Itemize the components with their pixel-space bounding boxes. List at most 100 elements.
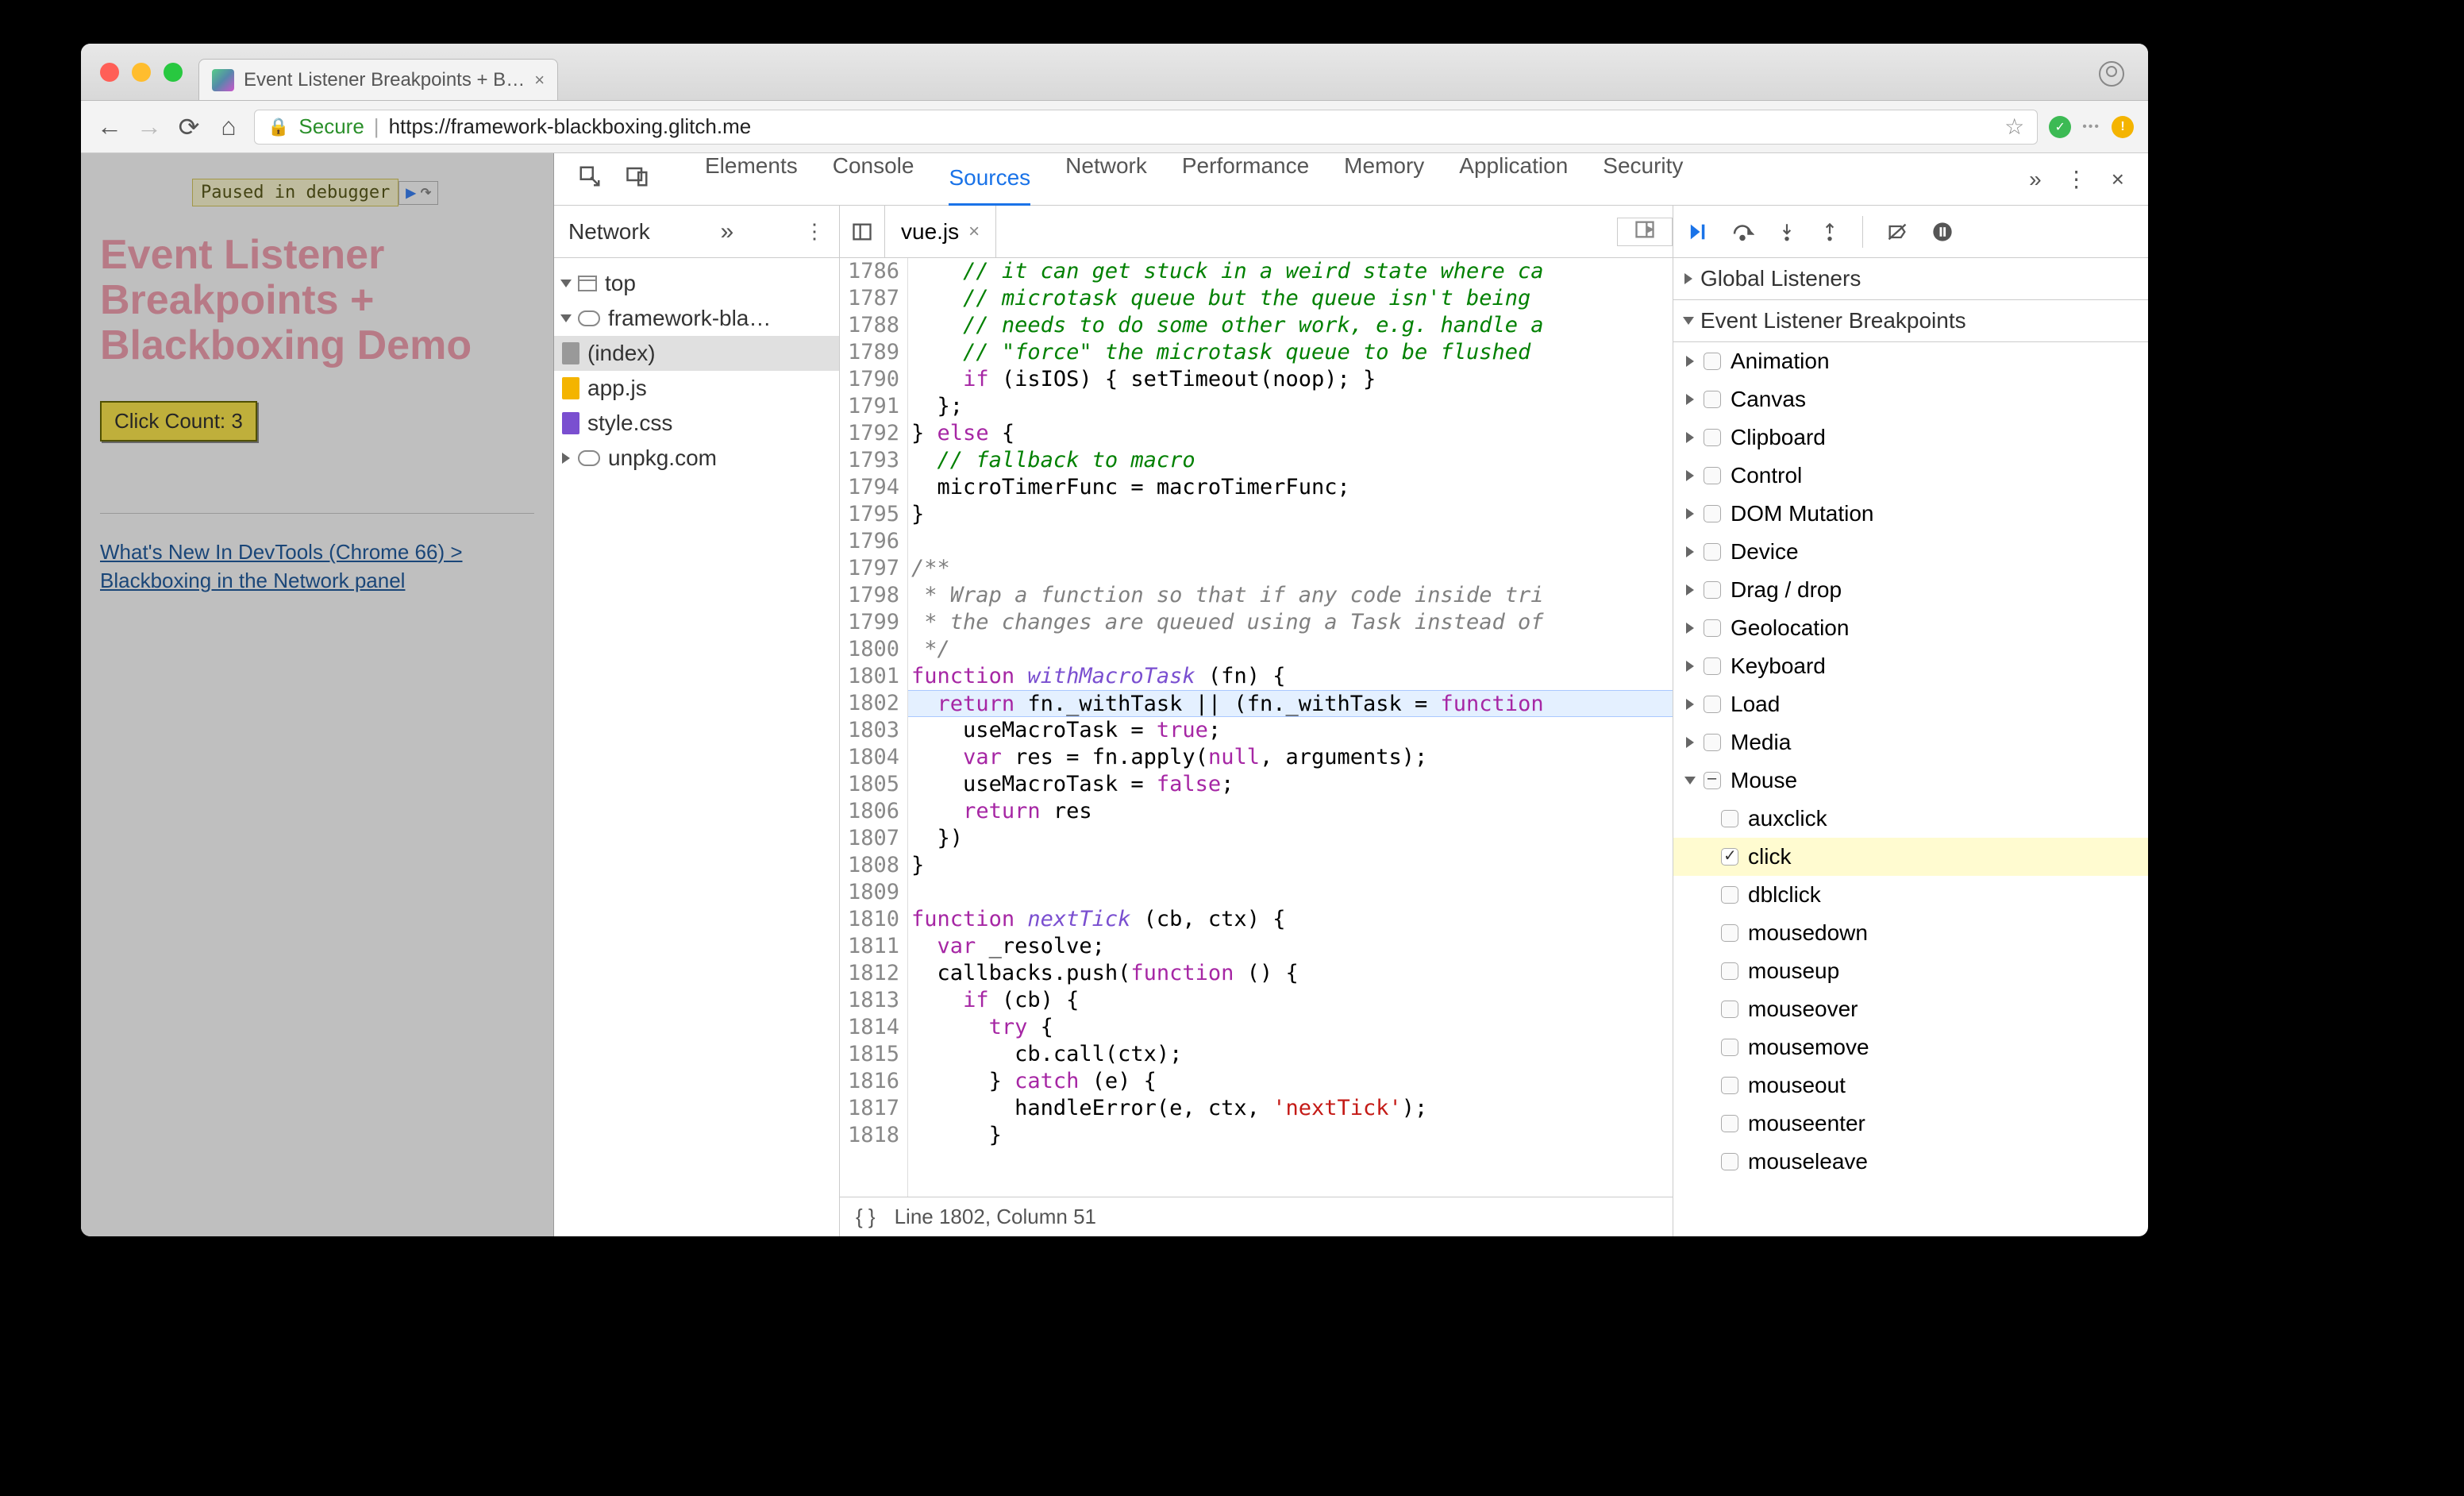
breakpoint-cat-drag-drop[interactable]: Drag / drop <box>1673 571 2148 609</box>
devtools-tab-application[interactable]: Application <box>1459 153 1568 206</box>
code-line[interactable]: useMacroTask = false; <box>908 771 1673 798</box>
close-devtools-icon[interactable]: × <box>2112 167 2124 192</box>
code-line[interactable]: cb.call(ctx); <box>908 1041 1673 1068</box>
code-line[interactable]: return fn._withTask || (fn._withTask = f… <box>908 690 1673 717</box>
extension-icon-1[interactable]: ✓ <box>2049 116 2071 138</box>
breakpoint-cat-canvas[interactable]: Canvas <box>1673 380 2148 418</box>
breakpoint-cat-keyboard[interactable]: Keyboard <box>1673 647 2148 685</box>
devtools-tab-security[interactable]: Security <box>1603 153 1683 206</box>
code-line[interactable]: function nextTick (cb, ctx) { <box>908 906 1673 933</box>
breakpoint-cat-animation[interactable]: Animation <box>1673 342 2148 380</box>
nav-more-icon[interactable]: » <box>721 218 734 245</box>
format-icon[interactable]: { } <box>856 1205 876 1229</box>
code-line[interactable]: */ <box>908 636 1673 663</box>
code-line[interactable]: * the changes are queued using a Task in… <box>908 609 1673 636</box>
code-line[interactable]: function withMacroTask (fn) { <box>908 663 1673 690</box>
code-line[interactable]: } catch (e) { <box>908 1068 1673 1095</box>
step-over-button[interactable] <box>1731 220 1754 244</box>
code-line[interactable]: }) <box>908 825 1673 852</box>
tree-file-index[interactable]: (index) <box>554 336 839 371</box>
devtools-tab-memory[interactable]: Memory <box>1344 153 1424 206</box>
breakpoint-cat-clipboard[interactable]: Clipboard <box>1673 418 2148 457</box>
code-line[interactable]: callbacks.push(function () { <box>908 960 1673 987</box>
breakpoint-cat-load[interactable]: Load <box>1673 685 2148 723</box>
maximize-window-button[interactable] <box>164 63 183 82</box>
pause-on-exceptions-button[interactable] <box>1931 221 1954 243</box>
nav-menu-icon[interactable]: ⋮ <box>804 219 825 244</box>
breakpoint-sub-mouseenter[interactable]: mouseenter <box>1673 1105 2148 1143</box>
home-button[interactable]: ⌂ <box>214 113 243 141</box>
code-line[interactable]: microTimerFunc = macroTimerFunc; <box>908 474 1673 501</box>
breakpoint-cat-dom-mutation[interactable]: DOM Mutation <box>1673 495 2148 533</box>
minimize-window-button[interactable] <box>132 63 151 82</box>
breakpoint-sub-mouseover[interactable]: mouseover <box>1673 990 2148 1028</box>
toggle-debugger-pane-icon[interactable] <box>1617 218 1673 246</box>
code-line[interactable]: /** <box>908 555 1673 582</box>
resume-button[interactable] <box>1686 221 1708 243</box>
breakpoint-sub-mousedown[interactable]: mousedown <box>1673 914 2148 952</box>
code-line[interactable]: // it can get stuck in a weird state whe… <box>908 258 1673 285</box>
profile-icon[interactable] <box>2099 61 2124 87</box>
code-line[interactable] <box>908 879 1673 906</box>
back-button[interactable]: ← <box>95 113 124 141</box>
breakpoint-cat-geolocation[interactable]: Geolocation <box>1673 609 2148 647</box>
code-line[interactable]: // needs to do some other work, e.g. han… <box>908 312 1673 339</box>
forward-button[interactable]: → <box>135 113 164 141</box>
browser-tab[interactable]: Event Listener Breakpoints + B… × <box>198 59 558 100</box>
deactivate-breakpoints-button[interactable] <box>1885 221 1909 243</box>
code-lines[interactable]: // it can get stuck in a weird state whe… <box>908 258 1673 1197</box>
resume-icon[interactable]: ▶ <box>406 185 415 201</box>
breakpoint-cat-mouse[interactable]: Mouse <box>1673 761 2148 800</box>
code-line[interactable]: // fallback to macro <box>908 447 1673 474</box>
step-over-icon[interactable]: ↷ <box>421 185 431 201</box>
code-line[interactable]: }; <box>908 393 1673 420</box>
event-listener-breakpoints-section[interactable]: Event Listener Breakpoints <box>1673 300 2148 342</box>
code-line[interactable]: // "force" the microtask queue to be flu… <box>908 339 1673 366</box>
code-line[interactable] <box>908 528 1673 555</box>
toggle-navigator-icon[interactable] <box>840 206 885 257</box>
device-toggle-icon[interactable] <box>626 164 649 194</box>
breakpoint-sub-mouseleave[interactable]: mouseleave <box>1673 1143 2148 1181</box>
click-count-button[interactable]: Click Count: 3 <box>100 401 257 441</box>
code-line[interactable]: } <box>908 501 1673 528</box>
bookmark-star-icon[interactable]: ☆ <box>2004 114 2024 140</box>
code-line[interactable]: // microtask queue but the queue isn't b… <box>908 285 1673 312</box>
devtools-tab-network[interactable]: Network <box>1065 153 1147 206</box>
footer-link[interactable]: What's New In DevTools (Chrome 66) > Bla… <box>100 538 534 596</box>
code-line[interactable]: } <box>908 1122 1673 1149</box>
tree-file-appjs[interactable]: app.js <box>554 371 839 406</box>
code-line[interactable]: } <box>908 852 1673 879</box>
code-line[interactable]: return res <box>908 798 1673 825</box>
code-line[interactable]: useMacroTask = true; <box>908 717 1673 744</box>
tree-top[interactable]: top <box>554 266 839 301</box>
tree-file-stylecss[interactable]: style.css <box>554 406 839 441</box>
close-window-button[interactable] <box>100 63 119 82</box>
tree-domain[interactable]: framework-bla… <box>554 301 839 336</box>
step-into-button[interactable] <box>1777 221 1797 243</box>
code-line[interactable]: try { <box>908 1014 1673 1041</box>
breakpoint-sub-mouseout[interactable]: mouseout <box>1673 1066 2148 1105</box>
extension-icon-2[interactable]: ••• <box>2082 120 2100 134</box>
close-editor-tab-icon[interactable]: × <box>968 221 980 243</box>
nav-tab-label[interactable]: Network <box>568 219 650 245</box>
editor-tab-vuejs[interactable]: vue.js × <box>885 206 996 257</box>
code-line[interactable]: var res = fn.apply(null, arguments); <box>908 744 1673 771</box>
code-line[interactable]: var _resolve; <box>908 933 1673 960</box>
breakpoint-sub-mouseup[interactable]: mouseup <box>1673 952 2148 990</box>
inspect-icon[interactable] <box>578 164 602 194</box>
code-line[interactable]: } else { <box>908 420 1673 447</box>
devtools-tab-sources[interactable]: Sources <box>949 153 1030 206</box>
tree-unpkg[interactable]: unpkg.com <box>554 441 839 476</box>
breakpoint-sub-click[interactable]: click <box>1673 838 2148 876</box>
code-line[interactable]: if (isIOS) { setTimeout(noop); } <box>908 366 1673 393</box>
breakpoint-sub-mousemove[interactable]: mousemove <box>1673 1028 2148 1066</box>
breakpoint-sub-auxclick[interactable]: auxclick <box>1673 800 2148 838</box>
step-out-button[interactable] <box>1819 221 1840 243</box>
devtools-tab-elements[interactable]: Elements <box>705 153 798 206</box>
reload-button[interactable]: ⟳ <box>175 113 203 141</box>
breakpoint-cat-device[interactable]: Device <box>1673 533 2148 571</box>
code-line[interactable]: * Wrap a function so that if any code in… <box>908 582 1673 609</box>
more-tabs-icon[interactable]: » <box>2029 167 2042 192</box>
devtools-tab-console[interactable]: Console <box>833 153 914 206</box>
breakpoint-sub-dblclick[interactable]: dblclick <box>1673 876 2148 914</box>
